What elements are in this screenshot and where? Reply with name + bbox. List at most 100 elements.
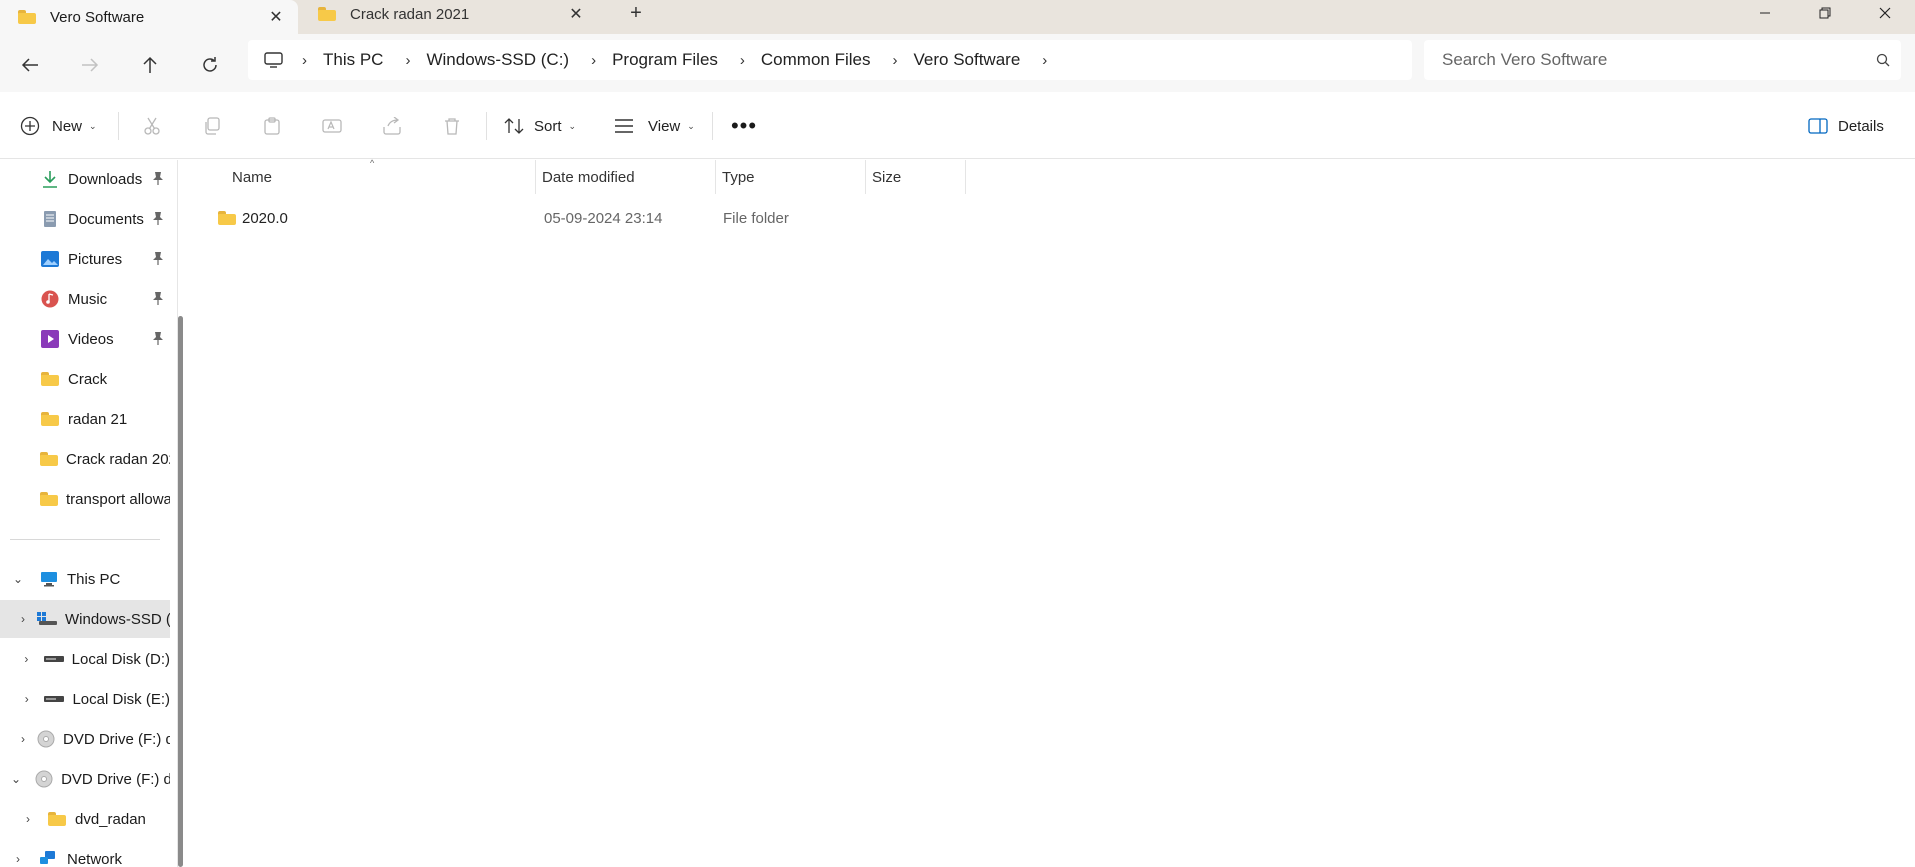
pictures-icon xyxy=(40,250,60,268)
refresh-button[interactable] xyxy=(192,47,228,83)
sort-label: Sort xyxy=(534,117,562,135)
plus-circle-icon xyxy=(20,116,40,136)
sidebar-item-crack-radan-2021[interactable]: Crack radan 2021 xyxy=(0,440,170,478)
chevron-down-icon[interactable]: ⌄ xyxy=(11,572,25,586)
new-button[interactable]: New ⌄ xyxy=(20,110,97,142)
chevron-down-icon: ⌄ xyxy=(568,120,577,131)
tab-crack-radan-2021[interactable]: Crack radan 2021 ✕ xyxy=(300,0,598,28)
chevron-down-icon[interactable]: ⌄ xyxy=(11,772,21,786)
folder-icon xyxy=(18,10,38,24)
more-options-button[interactable]: ••• xyxy=(728,110,760,142)
chevron-right-icon[interactable]: › xyxy=(21,692,32,706)
chevron-right-icon: › xyxy=(739,51,745,69)
folder-icon xyxy=(41,412,59,426)
documents-icon xyxy=(40,210,60,228)
disk-icon xyxy=(44,690,65,708)
details-label: Details xyxy=(1838,117,1884,135)
close-tab-icon[interactable]: ✕ xyxy=(562,0,590,28)
sidebar-item-pictures[interactable]: Pictures xyxy=(0,240,170,278)
breadcrumb-this-pc[interactable]: This PC › xyxy=(323,50,426,70)
sort-button[interactable]: Sort ⌄ xyxy=(504,110,576,142)
cut-icon xyxy=(144,117,160,135)
file-type-cell: File folder xyxy=(723,209,789,227)
dvd-icon xyxy=(37,730,55,748)
file-name-cell: 2020.0 xyxy=(218,200,518,236)
column-header-date-modified[interactable]: Date modified xyxy=(536,160,716,194)
copy-icon xyxy=(205,117,220,135)
sidebar-item-network[interactable]: › Network xyxy=(0,840,170,867)
table-row[interactable]: 2020.0 05-09-2024 23:14 File folder xyxy=(218,200,818,236)
drive-icon xyxy=(37,610,57,628)
sidebar-item-this-pc[interactable]: ⌄ This PC xyxy=(0,560,170,598)
download-icon xyxy=(40,170,60,188)
sidebar-item-crack[interactable]: Crack xyxy=(0,360,170,398)
sidebar-item-windows-ssd[interactable]: › Windows-SSD (C:) xyxy=(0,600,170,638)
view-button[interactable]: View ⌄ xyxy=(614,110,695,142)
breadcrumb-program-files[interactable]: Program Files › xyxy=(612,50,761,70)
chevron-right-icon: › xyxy=(405,51,411,69)
rename-icon xyxy=(322,119,342,133)
sidebar-item-videos[interactable]: Videos xyxy=(0,320,170,358)
chevron-right-icon[interactable]: › xyxy=(21,732,25,746)
more-icon: ••• xyxy=(730,113,758,138)
breadcrumb-windows-ssd[interactable]: Windows-SSD (C:) › xyxy=(426,50,612,70)
breadcrumb-vero-software[interactable]: Vero Software › xyxy=(914,50,1064,70)
dvd-icon xyxy=(35,770,53,788)
rename-button[interactable] xyxy=(316,110,348,142)
sidebar-item-dvd-radan[interactable]: › dvd_radan xyxy=(0,800,170,838)
sidebar-item-radan-21[interactable]: radan 21 xyxy=(0,400,170,438)
folder-icon xyxy=(40,492,58,506)
folder-icon xyxy=(48,812,66,826)
chevron-right-icon[interactable]: › xyxy=(11,852,25,866)
arrow-up-icon xyxy=(143,56,157,73)
chevron-right-icon[interactable]: › xyxy=(21,652,32,666)
chevron-right-icon: › xyxy=(892,51,898,69)
delete-button[interactable] xyxy=(436,110,468,142)
copy-button[interactable] xyxy=(196,110,228,142)
sidebar-item-music[interactable]: Music xyxy=(0,280,170,318)
new-tab-button[interactable]: + xyxy=(622,0,650,26)
cut-button[interactable] xyxy=(136,110,168,142)
tab-vero-software[interactable]: Vero Software ✕ xyxy=(0,0,298,34)
up-button[interactable] xyxy=(132,47,168,83)
chevron-down-icon: ⌄ xyxy=(687,120,695,131)
sidebar-item-downloads[interactable]: Downloads xyxy=(0,160,170,198)
sidebar-scrollbar[interactable] xyxy=(178,316,183,867)
column-header-name[interactable]: Name xyxy=(226,160,536,194)
restore-button[interactable] xyxy=(1795,0,1855,26)
details-button[interactable]: Details xyxy=(1808,110,1884,142)
breadcrumb-sep[interactable]: › xyxy=(302,52,323,69)
close-tab-icon[interactable]: ✕ xyxy=(262,3,290,31)
pc-icon xyxy=(264,52,283,68)
sidebar-item-local-disk-d[interactable]: › Local Disk (D:) xyxy=(0,640,170,678)
breadcrumb-common-files[interactable]: Common Files › xyxy=(761,50,914,70)
sidebar-item-transport-allowance[interactable]: transport allowance xyxy=(0,480,170,518)
tab-label: Crack radan 2021 xyxy=(350,5,470,23)
column-header-size[interactable]: Size xyxy=(866,160,966,194)
column-header-type[interactable]: Type xyxy=(716,160,866,194)
chevron-right-icon: › xyxy=(1042,51,1048,69)
chevron-right-icon[interactable]: › xyxy=(21,812,35,826)
sidebar-item-dvd-drive-f[interactable]: › DVD Drive (F:) dvd_radan xyxy=(0,720,170,758)
file-date-cell: 05-09-2024 23:14 xyxy=(544,209,663,227)
address-bar[interactable]: › This PC › Windows-SSD (C:) › Program Fil… xyxy=(248,40,1412,80)
share-button[interactable] xyxy=(376,110,408,142)
search-input[interactable]: Search Vero Software xyxy=(1424,40,1901,80)
sidebar-item-documents[interactable]: Documents xyxy=(0,200,170,238)
paste-button[interactable] xyxy=(256,110,288,142)
window-controls xyxy=(1735,0,1915,26)
sidebar-separator xyxy=(10,539,160,540)
sidebar-item-local-disk-e[interactable]: › Local Disk (E:) xyxy=(0,680,170,718)
divider xyxy=(486,112,487,140)
chevron-right-icon: › xyxy=(591,51,597,69)
forward-button[interactable] xyxy=(72,47,108,83)
minimize-button[interactable] xyxy=(1735,0,1795,26)
videos-icon xyxy=(40,330,60,348)
refresh-icon xyxy=(203,57,217,72)
address-row: › This PC › Windows-SSD (C:) › Program Fil… xyxy=(0,34,1915,92)
sort-icon xyxy=(504,118,524,134)
close-window-button[interactable] xyxy=(1855,0,1915,26)
back-button[interactable] xyxy=(12,47,48,83)
sidebar-item-dvd-drive-f-expanded[interactable]: ⌄ DVD Drive (F:) dvd_radan xyxy=(0,760,170,798)
chevron-right-icon[interactable]: › xyxy=(21,612,25,626)
